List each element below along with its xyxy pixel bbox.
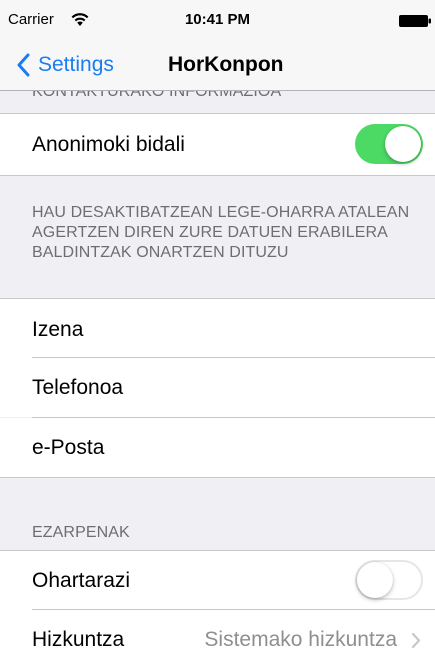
name-label: Izena [32,318,84,341]
anonymous-toggle[interactable] [355,124,423,164]
phone-label: Telefonoa [32,376,124,399]
settings-list[interactable]: KONTAKTURAKO INFORMAZIOA Anonimoki bidal… [0,91,435,650]
back-button[interactable]: Settings [16,40,114,90]
email-label: e-Posta [32,436,105,459]
navigation-bar: Settings HorKonpon [0,40,435,91]
language-row[interactable]: Hizkuntza Sistemako hizkuntza [0,610,435,650]
email-row[interactable]: e-Posta [0,418,435,478]
page-title: HorKonpon [168,53,284,76]
anonymous-disclaimer: HAU DESAKTIBATZEAN LEGE-OHARRA ATALEAN A… [32,204,410,261]
battery-icon [399,15,431,27]
toggle-knob [385,126,421,162]
status-time: 10:41 PM [184,11,251,28]
chevron-left-icon [17,53,30,77]
name-row[interactable]: Izena [0,298,435,358]
language-label: Hizkuntza [32,628,125,650]
section-header-settings: EZARPENAK [32,524,130,541]
anonymous-label: Anonimoki bidali [32,133,185,156]
status-bar: Carrier 10:41 PM [0,0,435,40]
toggle-knob [357,562,393,598]
language-value: Sistemako hizkuntza [204,628,397,650]
notify-label: Ohartarazi [32,569,131,592]
notify-toggle[interactable] [355,560,423,600]
anonymous-row: Anonimoki bidali [0,113,435,176]
section-header-contact: KONTAKTURAKO INFORMAZIOA [32,91,282,100]
phone-row[interactable]: Telefonoa [0,358,435,417]
back-button-label: Settings [38,53,114,76]
notify-row: Ohartarazi [0,550,435,610]
chevron-right-icon [411,632,421,649]
